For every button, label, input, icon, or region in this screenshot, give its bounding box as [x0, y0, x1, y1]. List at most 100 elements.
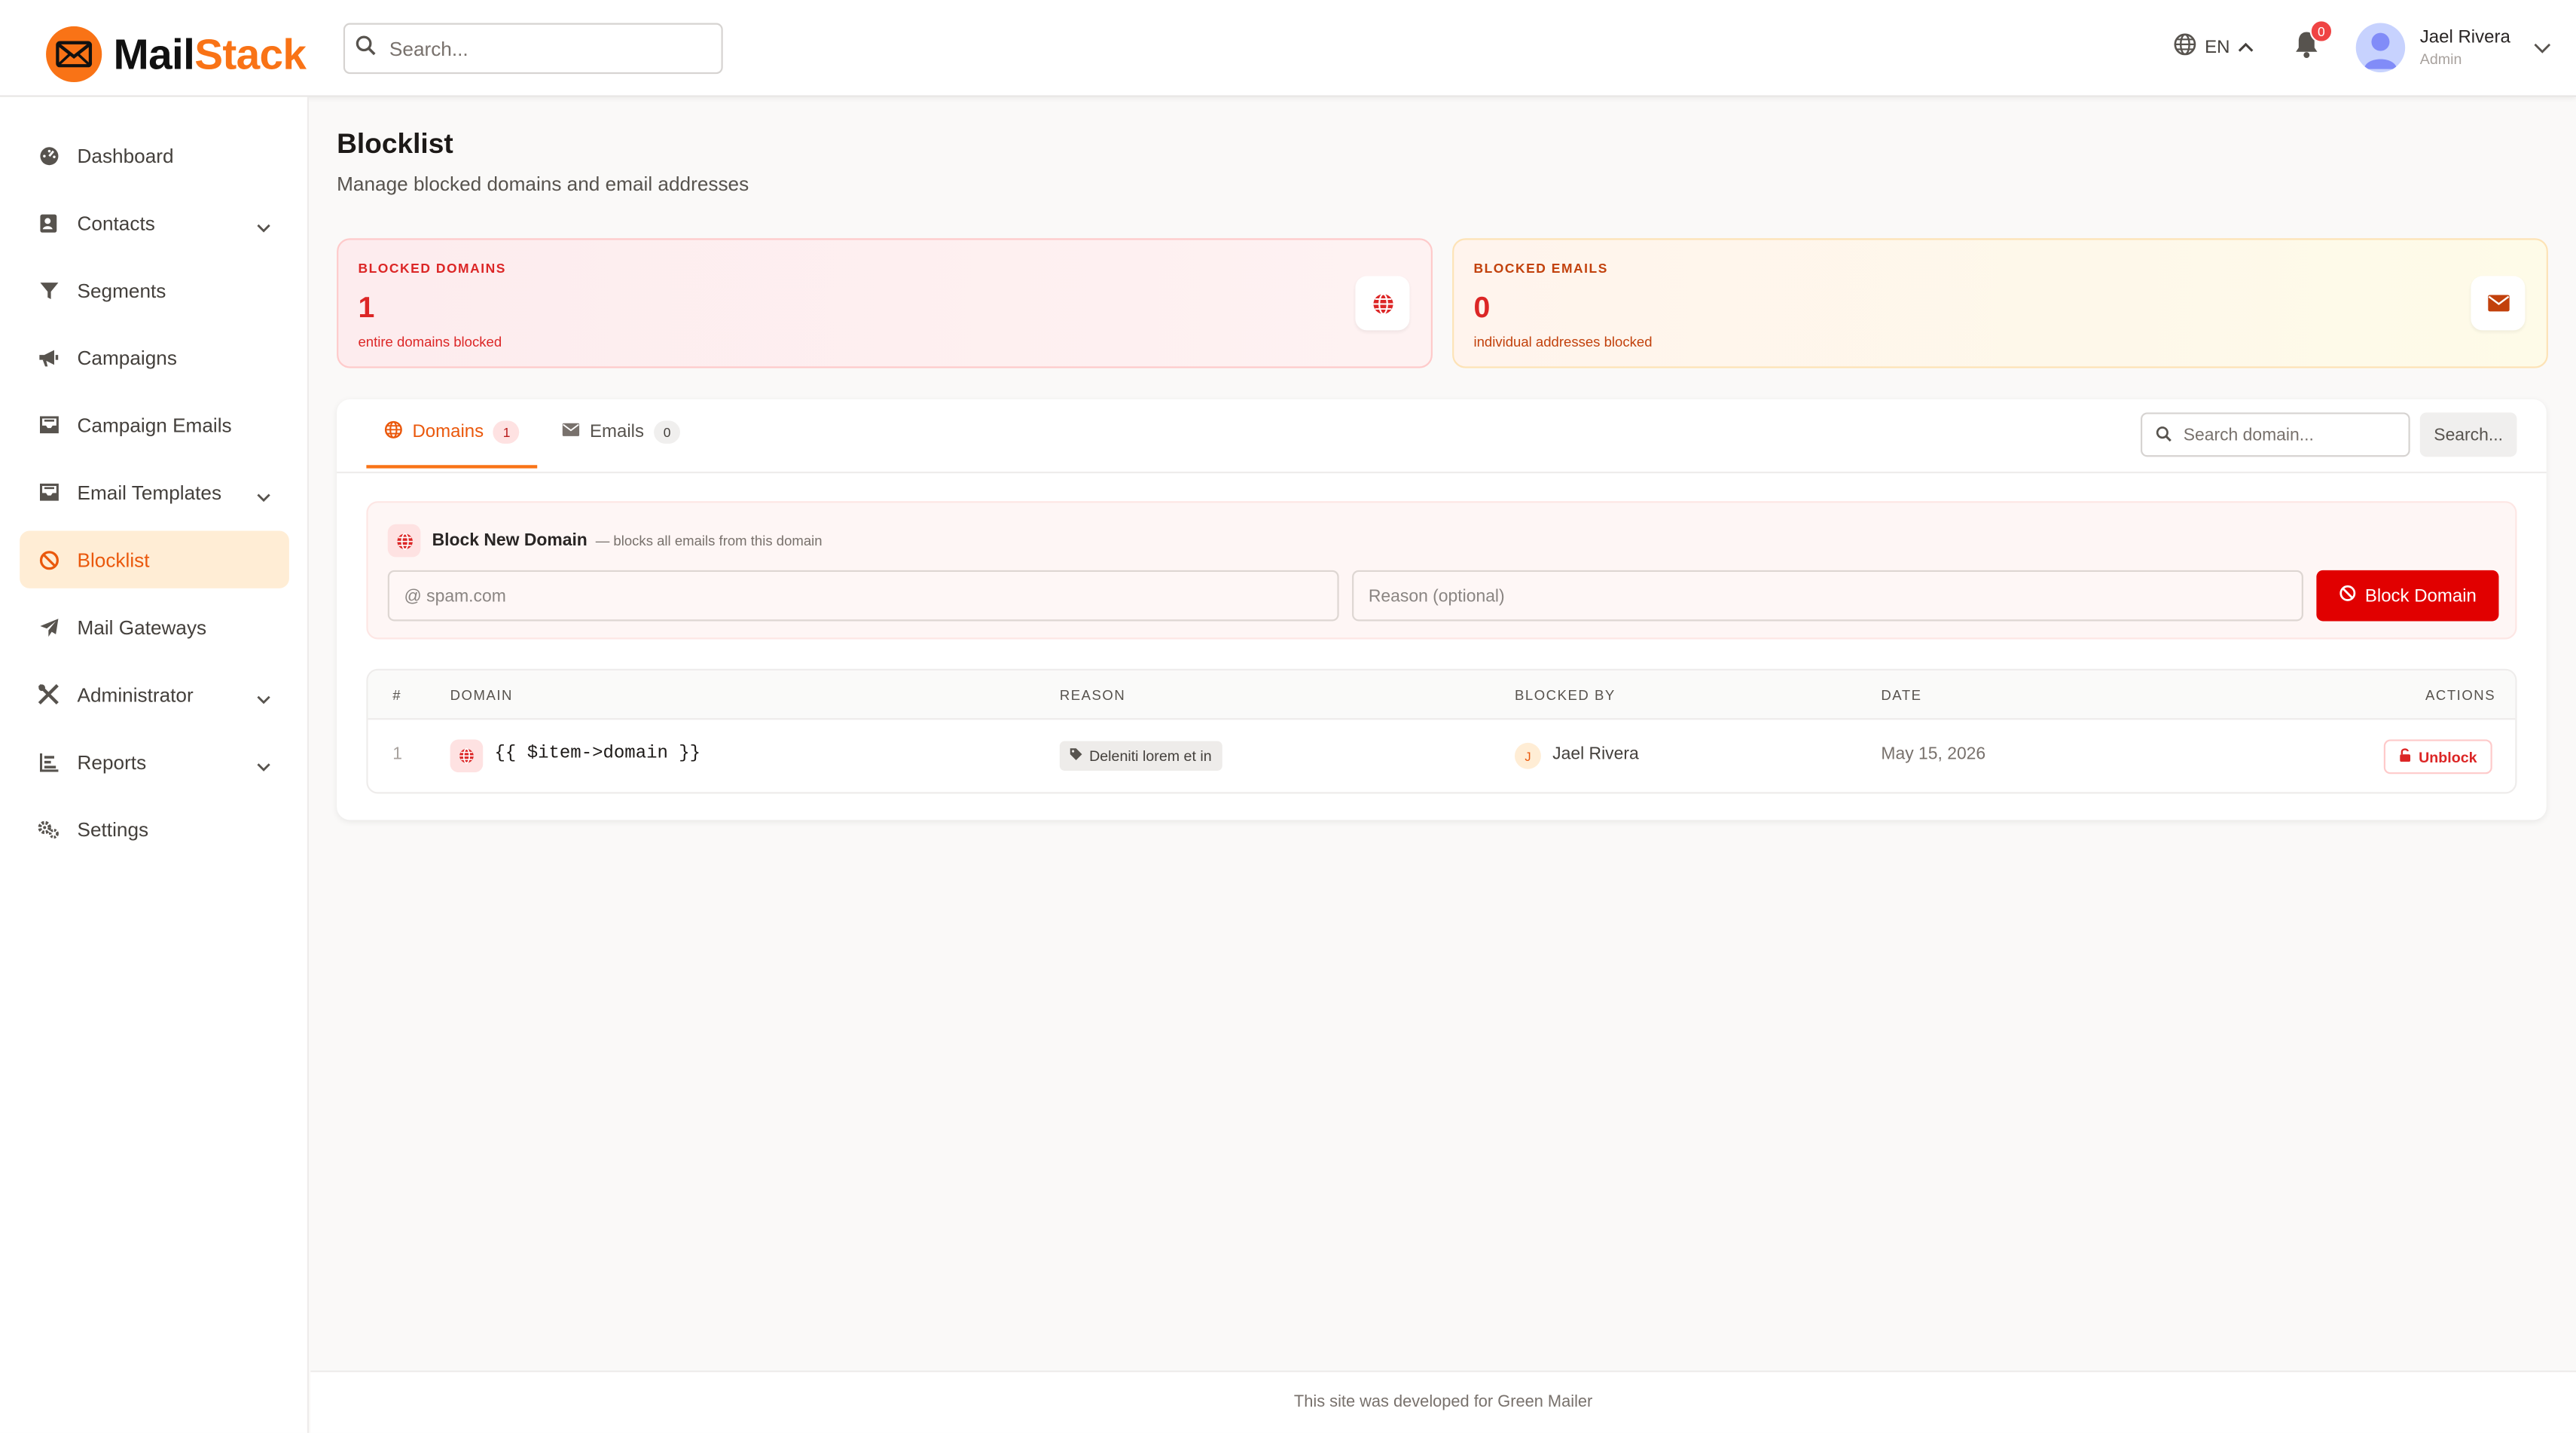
chevron-down-icon: [256, 754, 271, 778]
envelope-icon: [562, 423, 580, 442]
sidebar-item-contacts[interactable]: Contacts: [20, 194, 289, 251]
sidebar-item-label: Segments: [77, 278, 166, 302]
stat-note: entire domains blocked: [358, 333, 502, 350]
block-form-hint: — blocks all emails from this domain: [595, 532, 823, 549]
language-switcher[interactable]: EN: [2174, 33, 2254, 61]
tab-count-badge: 1: [493, 420, 520, 444]
page-subtitle: Manage blocked domains and email address…: [337, 173, 749, 196]
sidebar-item-reports[interactable]: Reports: [20, 733, 289, 790]
globe-icon: [450, 739, 484, 773]
sidebar-item-label: Dashboard: [77, 143, 174, 167]
unblock-button[interactable]: Unblock: [2383, 739, 2492, 775]
blocked-domains-card: BLOCKED DOMAINS 1 entire domains blocked: [337, 238, 1433, 368]
tab-count-badge: 0: [654, 420, 681, 444]
notifications-button[interactable]: 0: [2294, 20, 2333, 66]
sidebar-item-settings[interactable]: Settings: [20, 800, 289, 857]
chevron-down-icon: [2533, 33, 2551, 63]
sidebar-item-label: Mail Gateways: [77, 615, 207, 639]
paper-plane-icon: [38, 616, 59, 637]
chevron-down-icon: [256, 215, 271, 239]
brand-logo[interactable]: MailStack: [46, 25, 307, 84]
sidebar-item-administrator[interactable]: Administrator: [20, 665, 289, 723]
sidebar-item-dashboard[interactable]: Dashboard: [20, 127, 289, 184]
sidebar-item-label: Contacts: [77, 211, 155, 234]
row-reason: Deleniti lorem et in: [1089, 747, 1212, 765]
sidebar-item-label: Blocklist: [77, 548, 150, 571]
blocked-emails-card: BLOCKED EMAILS 0 individual addresses bl…: [1452, 238, 2548, 368]
globe-icon: [387, 524, 421, 558]
block-domain-button[interactable]: Block Domain: [2316, 570, 2499, 622]
sidebar-item-blocklist[interactable]: Blocklist: [20, 530, 289, 588]
chevron-down-icon: [256, 484, 271, 508]
search-icon: [2156, 420, 2172, 449]
block-domain-button-label: Block Domain: [2364, 585, 2477, 606]
brand-name-part1: Mail: [113, 29, 195, 78]
ban-icon: [38, 548, 59, 570]
user-avatar-icon: [2355, 23, 2406, 72]
column-header-reason: REASON: [1059, 686, 1126, 704]
column-header-actions: ACTIONS: [2425, 686, 2496, 704]
domain-input[interactable]: [404, 585, 1338, 606]
user-menu[interactable]: Jael Rivera Admin: [2355, 23, 2552, 72]
tab-emails[interactable]: Emails 0: [562, 420, 681, 444]
chart-icon: [38, 751, 59, 772]
domain-search-input[interactable]: [2183, 424, 2397, 445]
unblock-button-label: Unblock: [2419, 748, 2477, 765]
unlock-icon: [2399, 747, 2412, 765]
global-search-input[interactable]: [389, 37, 685, 60]
domain-search: [2140, 412, 2410, 457]
column-header-domain: DOMAIN: [450, 686, 513, 704]
tabs-bar: Domains 1 Emails 0 Search...: [337, 399, 2547, 474]
sidebar-item-label: Campaigns: [77, 346, 177, 369]
reason-field: [1352, 570, 2303, 622]
tab-domains[interactable]: Domains 1: [384, 420, 520, 444]
sidebar-item-label: Email Templates: [77, 480, 222, 504]
tag-icon: [1070, 747, 1082, 764]
block-form-title: Block New Domain: [432, 530, 588, 551]
contacts-icon: [38, 212, 59, 233]
sidebar-item-segments[interactable]: Segments: [20, 261, 289, 319]
block-new-domain-panel: Block New Domain — blocks all emails fro…: [366, 501, 2517, 640]
page-title: Blocklist: [337, 128, 453, 160]
tab-label: Emails: [590, 422, 645, 442]
stat-value: 1: [358, 291, 375, 324]
blocklist-card: Domains 1 Emails 0 Search... Block New D…: [337, 399, 2547, 820]
globe-icon: [2174, 33, 2197, 61]
template-icon: [38, 481, 59, 503]
row-index: 1: [392, 744, 403, 765]
sidebar-item-email-templates[interactable]: Email Templates: [20, 463, 289, 521]
brand-name-part2: Stack: [194, 29, 307, 78]
domain-field: [387, 570, 1339, 622]
brand-name: MailStack: [113, 29, 306, 80]
column-header-index: #: [392, 686, 402, 704]
reason-input[interactable]: [1368, 585, 2302, 606]
tools-icon: [38, 683, 59, 705]
table-header: # DOMAIN REASON BLOCKED BY DATE ACTIONS: [368, 670, 2516, 720]
language-code: EN: [2205, 37, 2230, 57]
blocked-by-avatar: J: [1514, 742, 1541, 769]
sidebar-item-label: Settings: [77, 817, 149, 841]
inbox-icon: [38, 414, 59, 435]
column-header-blocked-by: BLOCKED BY: [1514, 686, 1616, 704]
domain-search-button[interactable]: Search...: [2419, 412, 2517, 457]
globe-icon: [1355, 276, 1410, 331]
global-search: [343, 23, 723, 75]
top-header: MailStack EN 0 Jael Rivera Admin: [0, 0, 2576, 97]
sidebar-item-campaigns[interactable]: Campaigns: [20, 328, 289, 386]
row-date: May 15, 2026: [1881, 744, 1986, 765]
sidebar-item-label: Campaign Emails: [77, 413, 232, 437]
page-footer: This site was developed for Green Mailer: [310, 1370, 2576, 1433]
bell-icon: [2294, 32, 2320, 66]
active-tab-indicator: [366, 465, 538, 469]
chevron-up-icon: [2238, 37, 2254, 57]
sidebar-item-label: Reports: [77, 750, 147, 774]
user-name: Jael Rivera: [2419, 26, 2510, 47]
sidebar-item-mail-gateways[interactable]: Mail Gateways: [20, 598, 289, 655]
search-icon: [355, 34, 376, 63]
ban-icon: [2339, 585, 2355, 606]
row-domain: {{ $item->domain }}: [494, 744, 701, 765]
sidebar-item-campaign-emails[interactable]: Campaign Emails: [20, 396, 289, 454]
column-header-date: DATE: [1881, 686, 1922, 704]
envelope-icon: [2471, 276, 2526, 331]
chevron-down-icon: [256, 687, 271, 710]
